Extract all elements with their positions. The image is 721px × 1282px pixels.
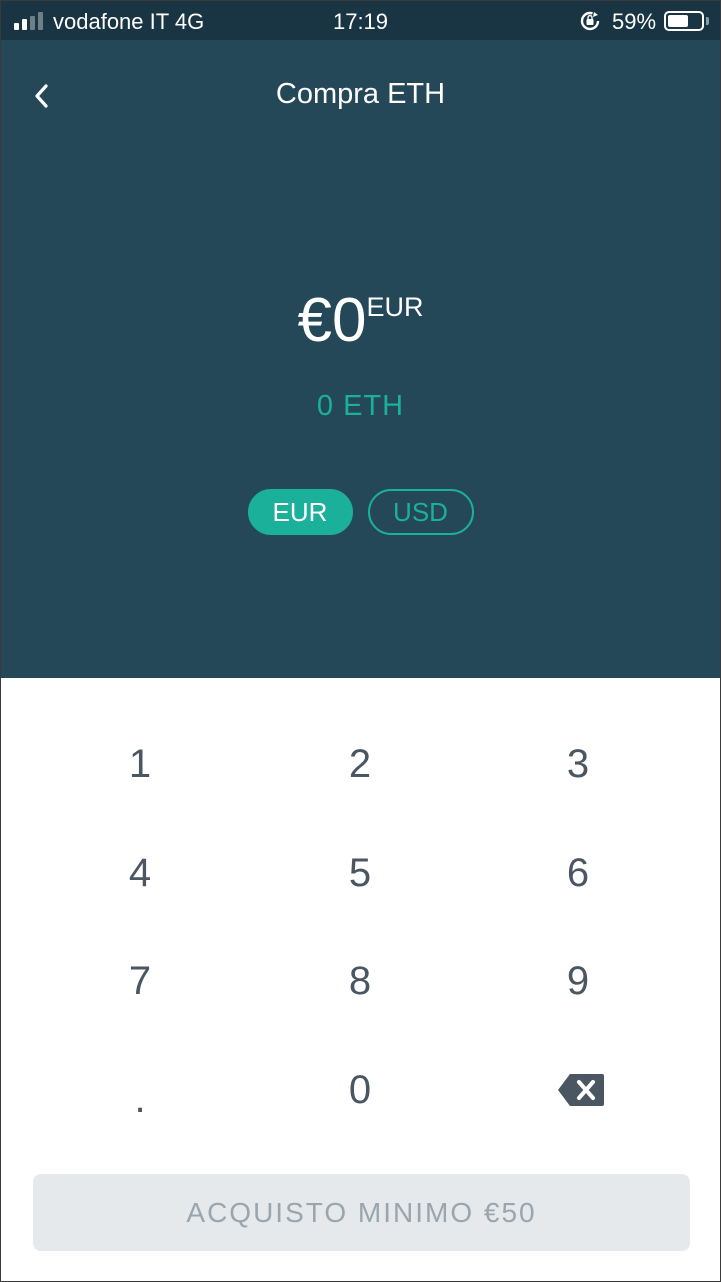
currency-option-usd[interactable]: USD — [367, 489, 474, 535]
key-4[interactable]: 4 — [60, 828, 220, 918]
battery-tip — [706, 17, 709, 25]
key-7[interactable]: 7 — [60, 936, 220, 1026]
key-8[interactable]: 8 — [280, 936, 440, 1026]
backspace-icon — [558, 1074, 604, 1106]
page-title: Compra ETH — [275, 78, 446, 110]
rotation-lock-icon — [580, 11, 600, 31]
key-1[interactable]: 1 — [60, 719, 220, 809]
numeric-keypad: 1 2 3 4 5 6 7 8 9 . 0 — [1, 707, 720, 1147]
currency-option-eur[interactable]: EUR — [247, 489, 353, 535]
amount-panel: Compra ETH €0EUR 0 ETH EUR USD — [1, 40, 720, 678]
key-2[interactable]: 2 — [280, 719, 440, 809]
key-3[interactable]: 3 — [498, 719, 658, 809]
battery-icon — [664, 11, 704, 31]
backspace-button[interactable] — [501, 1045, 661, 1135]
fiat-amount: €0EUR — [1, 290, 720, 352]
key-decimal[interactable]: . — [60, 1045, 220, 1135]
key-5[interactable]: 5 — [280, 828, 440, 918]
key-0[interactable]: 0 — [280, 1045, 440, 1135]
key-6[interactable]: 6 — [498, 828, 658, 918]
screen: vodafone IT 4G 17:19 59% Compra ETH €0EU… — [0, 0, 721, 1282]
status-bar: vodafone IT 4G 17:19 59% — [1, 1, 720, 40]
crypto-amount: 0 ETH — [316, 390, 405, 422]
amount-value: €0 — [297, 286, 367, 355]
minimum-purchase-button[interactable]: ACQUISTO MINIMO €50 — [33, 1174, 690, 1251]
amount-unit: EUR — [366, 292, 424, 322]
battery-percent: 59% — [612, 9, 657, 34]
key-9[interactable]: 9 — [498, 936, 658, 1026]
currency-toggle: EUR USD — [1, 489, 720, 535]
